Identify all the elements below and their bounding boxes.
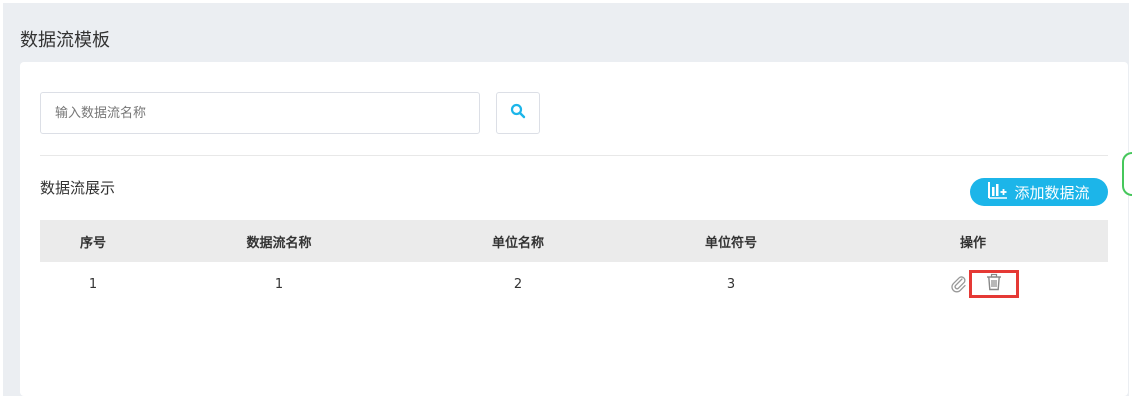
paperclip-edit-icon[interactable] xyxy=(950,275,968,293)
add-chart-icon xyxy=(988,181,1008,203)
header-unit-name: 单位名称 xyxy=(491,235,545,251)
search-button[interactable] xyxy=(496,92,540,134)
divider xyxy=(40,155,1108,156)
header-name: 数据流名称 xyxy=(246,235,312,251)
page-container: 数据流模板 数据流展示 xyxy=(3,3,1129,396)
content-card: 数据流展示 添加数据流 序号 数据流名称 单位名称 单位符号 操作 xyxy=(20,62,1128,396)
header-unit-symbol: 单位符号 xyxy=(704,235,758,251)
table-row: 1 1 2 3 xyxy=(40,262,1108,306)
section-title: 数据流展示 xyxy=(40,179,116,197)
delete-button[interactable] xyxy=(969,270,1019,298)
search-input[interactable] xyxy=(40,92,480,134)
trash-icon xyxy=(985,273,1003,295)
add-dataflow-button[interactable]: 添加数据流 xyxy=(970,178,1108,206)
row-unit-symbol: 3 xyxy=(726,276,736,292)
row-name: 1 xyxy=(274,276,284,292)
add-dataflow-label: 添加数据流 xyxy=(1014,183,1090,202)
header-actions: 操作 xyxy=(959,235,987,251)
table-header: 序号 数据流名称 单位名称 单位符号 操作 xyxy=(40,220,1108,262)
row-actions xyxy=(950,262,1019,306)
page-title: 数据流模板 xyxy=(20,30,110,51)
side-panel-handle[interactable] xyxy=(1122,152,1132,196)
search-icon xyxy=(510,103,526,123)
header-index: 序号 xyxy=(79,235,107,251)
row-index: 1 xyxy=(88,276,98,292)
row-unit-name: 2 xyxy=(513,276,523,292)
